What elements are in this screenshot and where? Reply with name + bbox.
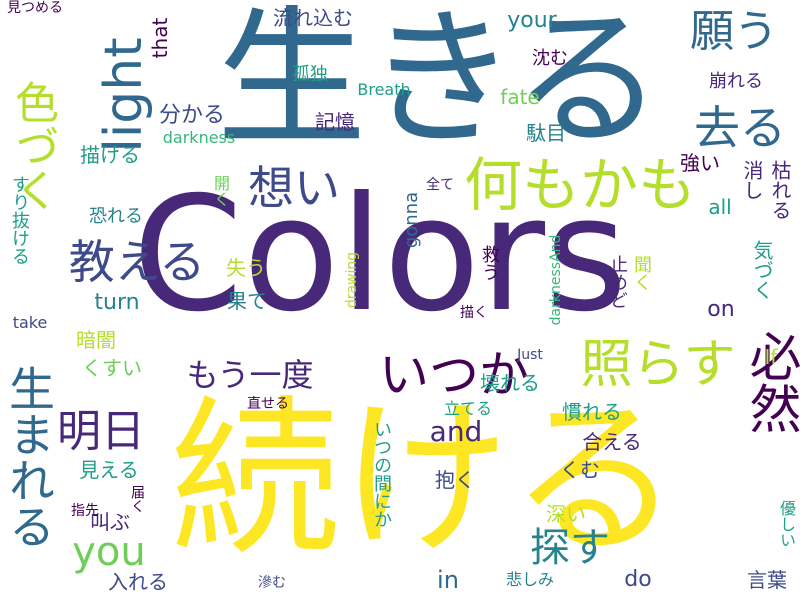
word-if: If	[764, 345, 778, 369]
word-omoi: 想い	[248, 161, 340, 215]
word-you: you	[72, 529, 146, 575]
word-negau: 願う	[690, 6, 778, 57]
word-hate: 果て	[227, 289, 267, 313]
word-mieru: 見える	[79, 458, 139, 482]
word-kizuku: 気づく	[750, 240, 774, 300]
word-sagasu: 探す	[530, 525, 610, 571]
word-ushinau: 失う	[226, 256, 266, 280]
word-tateru: 立てる	[443, 399, 493, 418]
word-ashita: 明日	[57, 406, 145, 457]
word-surinukeru: すり抜ける	[9, 175, 30, 265]
word-yubisaki: 指先	[71, 503, 99, 519]
word-kowareru: 壊れる	[480, 371, 540, 395]
word-take: take	[12, 313, 48, 332]
word-kareru: 枯れる	[768, 160, 792, 220]
word-egaku: 描く	[460, 305, 488, 321]
word-do: do	[624, 567, 652, 592]
word-osoreru: 恐れる	[89, 206, 143, 227]
word-nijimu: 滲む	[258, 575, 286, 591]
word-turn: turn	[94, 290, 140, 315]
word-darkness: darkness	[162, 128, 236, 147]
word-ireru: 入れる	[108, 570, 168, 594]
word-aeru: 合える	[582, 430, 642, 454]
word-fukai: 深い	[546, 502, 586, 526]
word-kioku: 記憶	[315, 110, 355, 134]
word-itsunomanika: いつの間にか	[371, 420, 392, 528]
word-kotoba: 言葉	[747, 568, 787, 592]
word-kodoku: 孤独	[292, 64, 328, 85]
word-hiraku: 開く	[211, 175, 230, 207]
word-just: Just	[517, 347, 543, 363]
word-that: that	[148, 17, 172, 59]
word-on: on	[707, 297, 735, 322]
word-kumu: くむ	[560, 458, 600, 482]
word-keshi: 消し	[740, 160, 764, 200]
word-darknessand: darknessAnd	[548, 234, 564, 326]
word-egakeru: 描ける	[80, 143, 140, 167]
word-kiku: 聞く	[631, 255, 652, 291]
word-wakaru: 分かる	[158, 103, 226, 128]
word-saru: 去る	[694, 101, 786, 155]
word-all: all	[708, 195, 732, 219]
word-sukuu: 救う	[479, 245, 500, 281]
word-tsuyoi: 強い	[680, 151, 720, 175]
word-mouichido: もう一度	[186, 356, 314, 394]
word-cloud: Colors 続ける 生きる 何もかも 教える 想い いつか もう一度 照らす …	[0, 0, 800, 600]
word-light: light	[94, 37, 154, 153]
word-kuzureru: 崩れる	[709, 71, 763, 92]
word-subete: 全て	[426, 177, 454, 193]
word-daku: 抱く	[435, 468, 475, 492]
word-kanashimi: 悲しみ	[505, 570, 555, 589]
word-breath: Breath	[357, 80, 411, 99]
word-terasu: 照らす	[580, 335, 736, 395]
word-mitsumeru: 見つめる	[7, 0, 63, 16]
word-nareru: 慣れる	[562, 400, 622, 424]
word-your: your	[507, 8, 557, 33]
word-dame: 駄目	[526, 121, 566, 145]
word-gonna: gonna	[401, 191, 422, 249]
word-todoku: 届く	[129, 485, 145, 513]
word-kusui: くすい	[82, 356, 142, 380]
word-shizumu: 沈む	[532, 48, 568, 69]
word-nanimokamo: 何もかも	[463, 151, 697, 219]
word-drawing: drawing	[344, 251, 360, 309]
word-umareru: 生まれる	[2, 365, 56, 549]
word-nagarekomu: 流れ込む	[273, 6, 353, 30]
word-fate: fate	[500, 85, 540, 109]
word-yasashii: 優しい	[777, 500, 796, 548]
word-kurayami: 暗闇	[76, 328, 116, 352]
word-oshieru: 教える	[68, 235, 206, 289]
word-tomedo: 止めど	[607, 255, 628, 309]
word-in: in	[437, 566, 459, 594]
word-and: and	[429, 415, 483, 448]
word-naoseru: 直せる	[247, 396, 289, 412]
